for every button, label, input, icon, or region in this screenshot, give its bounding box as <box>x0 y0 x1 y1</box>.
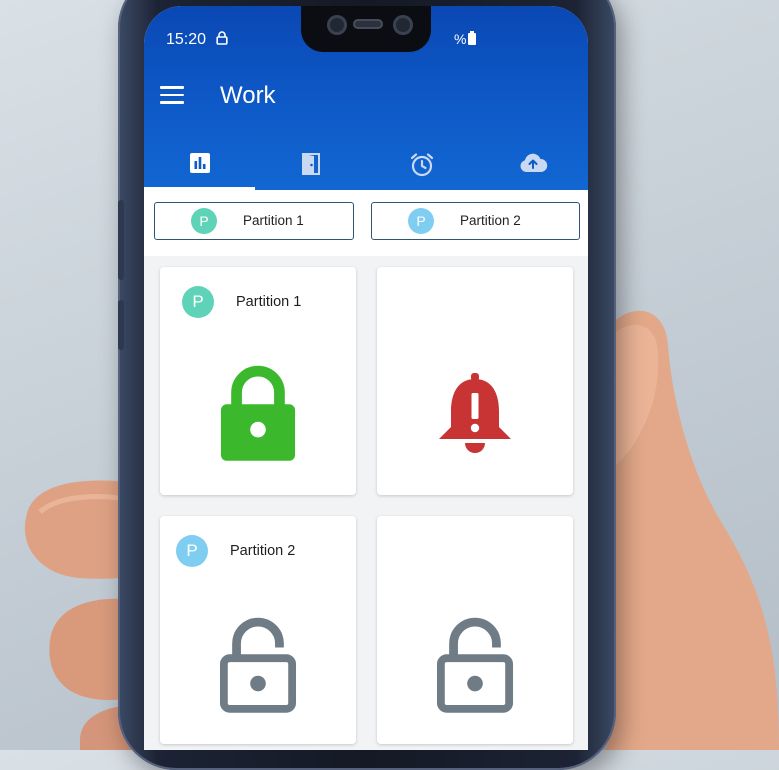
tab-doors[interactable] <box>255 146 366 190</box>
battery-icon <box>468 31 477 45</box>
alarm-clock-icon <box>410 153 433 177</box>
lock-closed-icon <box>220 365 296 461</box>
partition-card[interactable] <box>377 516 573 744</box>
partition-card-1[interactable]: P Partition 1 <box>160 267 356 495</box>
padlock-status-icon <box>216 31 228 45</box>
partition-badge: P <box>408 208 434 234</box>
phone-side-button <box>118 200 124 280</box>
earpiece-speaker <box>353 19 383 29</box>
battery-percent: % <box>454 31 467 47</box>
alarm-bell-icon <box>439 373 511 453</box>
battery-status: % <box>454 31 477 47</box>
lock-open-icon <box>219 617 297 713</box>
partition-badge: P <box>176 535 208 567</box>
phone-screen: 15:20 % Work P Partition 1 P Partition 2… <box>144 6 588 750</box>
partition-chip-label: Partition 2 <box>460 213 521 228</box>
partition-chip-label: Partition 1 <box>243 213 304 228</box>
partition-badge: P <box>191 208 217 234</box>
partition-chip-2[interactable]: P Partition 2 <box>371 202 580 240</box>
partition-badge: P <box>182 286 214 318</box>
status-time: 15:20 <box>166 31 207 48</box>
partition-card-label: Partition 1 <box>236 294 302 310</box>
partition-filter-bar: P Partition 1 P Partition 2 <box>144 190 588 256</box>
door-icon <box>301 153 320 175</box>
lock-open-icon <box>436 617 514 713</box>
front-camera <box>327 15 347 35</box>
tab-cloud-upload[interactable] <box>477 146 588 190</box>
alarm-card[interactable] <box>377 267 573 495</box>
page-title: Work <box>220 82 276 109</box>
front-sensor <box>393 15 413 35</box>
cloud-upload-icon <box>519 153 547 172</box>
partition-chip-1[interactable]: P Partition 1 <box>154 202 354 240</box>
phone-side-button <box>118 300 124 350</box>
bar-chart-icon <box>189 153 210 173</box>
partition-card-2[interactable]: P Partition 2 <box>160 516 356 744</box>
partition-card-label: Partition 2 <box>230 543 296 559</box>
hamburger-menu-icon[interactable] <box>160 86 184 104</box>
camera-notch <box>301 6 431 52</box>
tab-alarm-clock[interactable] <box>366 146 477 190</box>
app-bar: 15:20 % Work <box>144 6 588 190</box>
tab-statistics[interactable] <box>144 146 255 190</box>
